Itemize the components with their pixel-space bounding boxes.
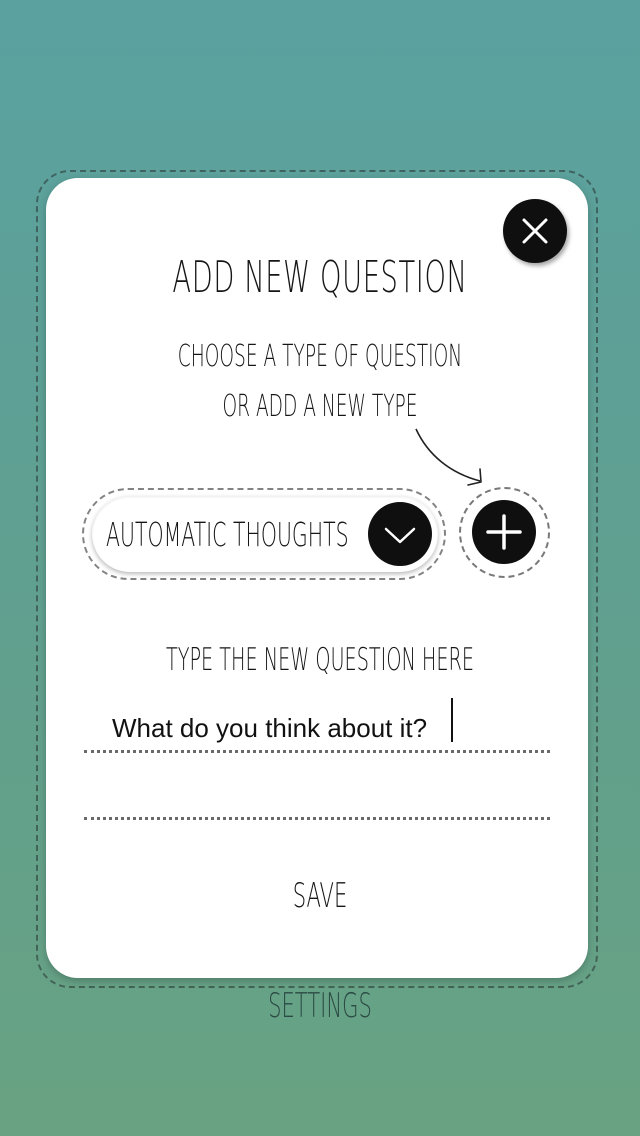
- question-text-input[interactable]: [112, 708, 532, 748]
- save-button[interactable]: Save: [277, 876, 364, 916]
- input-underline-2: [84, 817, 550, 820]
- add-type-button[interactable]: [472, 500, 536, 564]
- curved-arrow-icon: [415, 428, 482, 486]
- plus-icon: [486, 514, 522, 550]
- settings-link[interactable]: Settings: [122, 986, 519, 1026]
- chevron-down-icon: [384, 527, 416, 544]
- question-type-selected[interactable]: Automatic Thoughts: [106, 508, 349, 562]
- dialog-title: Add New Question: [172, 252, 468, 303]
- question-prompt-label: Type the new question here: [165, 642, 475, 678]
- type-dropdown-button[interactable]: [368, 502, 432, 566]
- subtitle-line-1: Choose a type of question: [177, 339, 463, 374]
- input-underline-1: [84, 750, 550, 753]
- text-cursor: [451, 698, 453, 742]
